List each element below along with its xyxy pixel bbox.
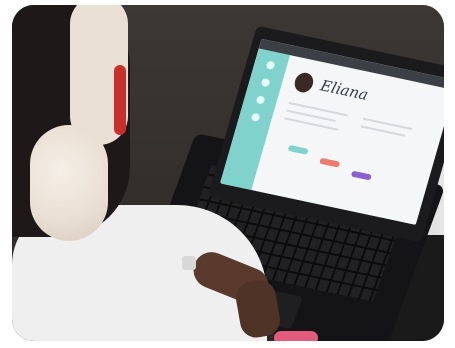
profile-name: Eliana	[318, 76, 371, 104]
photo: Eliana	[12, 5, 444, 341]
headphones-accent	[114, 65, 126, 135]
profile-avatar	[292, 71, 316, 95]
sidebar-icon	[250, 112, 261, 122]
action-pill	[319, 157, 341, 168]
headphones-earcup	[30, 125, 108, 241]
wristwatch	[182, 256, 196, 270]
sidebar-icon	[260, 77, 271, 88]
sidebar-icon	[255, 95, 266, 105]
sidebar-icon	[265, 60, 276, 70]
action-pill	[287, 144, 309, 155]
laptop-screen: Eliana	[220, 38, 444, 225]
toy	[274, 331, 318, 341]
action-pill	[350, 170, 372, 181]
